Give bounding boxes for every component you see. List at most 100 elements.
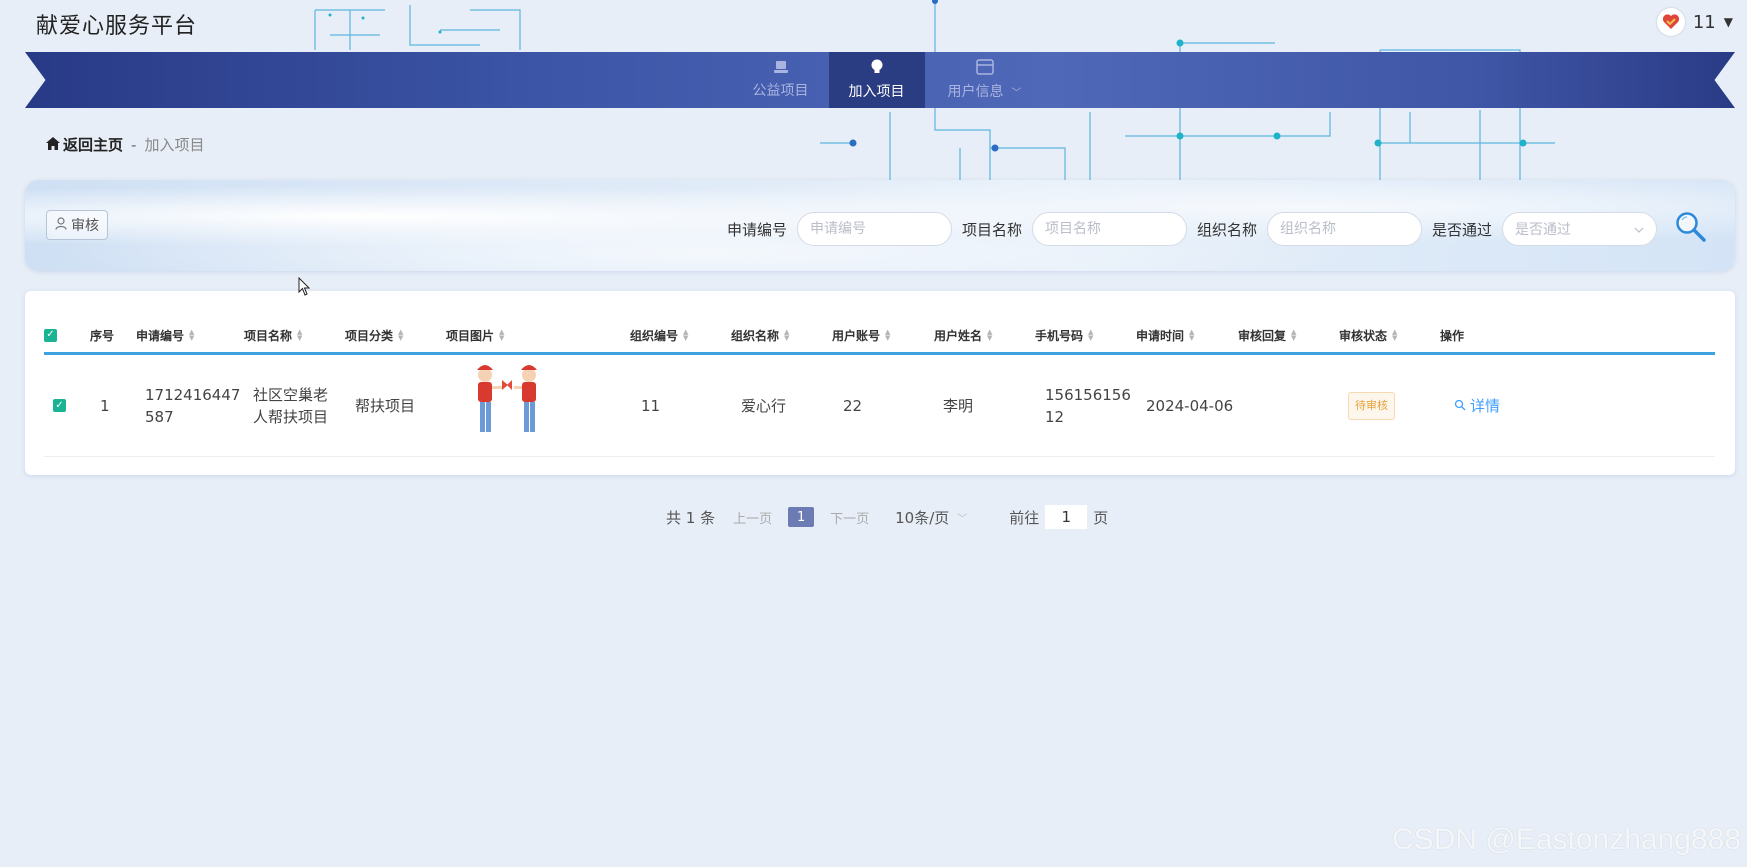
next-page-button[interactable]: 下一页 [830,508,869,527]
breadcrumb-separator: - [131,135,137,154]
sort-icon: ▲ ▼ [987,328,993,342]
col-label: 组织名称 [731,328,780,343]
col-status[interactable]: 审核状态 ▲ ▼ [1339,318,1397,352]
cell-line: 社区空巢老 [253,385,329,404]
detail-button[interactable]: 详情 [1454,395,1500,417]
status-badge: 待审核 [1348,391,1395,420]
sort-icon: ▲ ▼ [1189,328,1195,342]
search-button[interactable] [1671,209,1711,249]
sort-icon: ▲ ▼ [683,328,689,342]
sort-icon: ▲ ▼ [398,328,404,342]
nav-item-join-project[interactable]: 加入项目 [828,52,925,108]
table-header: ✓ 序号 申请编号 ▲ ▼ 项目名称 ▲ ▼ 项目分类 ▲ ▼ 项目图片 ▲ ▼ 组织编号 ▲ ▼ … [44,318,1715,355]
username: 11 [1692,11,1716,33]
col-application-no[interactable]: 申请编号 ▲ ▼ [136,318,194,352]
project-name-input[interactable] [1031,212,1187,246]
col-label: 序号 [90,328,115,343]
col-apply-time[interactable]: 申请时间 ▲ ▼ [1136,318,1194,352]
org-name-input[interactable] [1266,212,1422,246]
page-suffix: 页 [1093,508,1109,527]
chevron-down-icon [1634,221,1644,237]
nav-item-user-info[interactable]: 用户信息 ﹀ [925,52,1045,108]
cell-line: 1712416447 [145,385,241,404]
col-label: 组织编号 [630,328,679,343]
cell-phone: 156156156 12 [1045,355,1131,456]
goto-page-input[interactable] [1045,505,1088,529]
row-checkbox[interactable]: ✓ [53,355,66,456]
volunteers-image [477,364,537,432]
cell-line: 12 [1045,407,1065,426]
col-actions: 操作 [1440,318,1464,352]
sort-icon: ▲ ▼ [1392,328,1398,342]
col-label: 用户账号 [832,328,881,343]
col-project-image[interactable]: 项目图片 ▲ ▼ [446,318,504,352]
select-all-checkbox[interactable]: ✓ [44,318,57,352]
sort-icon: ▲ ▼ [784,328,790,342]
col-label: 项目分类 [345,328,394,343]
mouse-cursor-icon [298,277,311,296]
cell-line: 156156156 [1045,385,1131,404]
prev-page-button[interactable]: 上一页 [733,508,772,527]
laptop-icon [773,60,789,77]
cell-project-name: 社区空巢老 人帮扶项目 [253,355,328,456]
col-label: 用户姓名 [934,328,983,343]
audit-button[interactable]: 审核 [46,210,108,240]
col-category[interactable]: 项目分类 ▲ ▼ [345,318,403,352]
col-org-no[interactable]: 组织编号 ▲ ▼ [630,318,688,352]
page-size-select[interactable]: 10条/页 ﹀ [895,507,967,528]
application-no-input[interactable] [796,212,952,246]
col-label: 手机号码 [1035,328,1084,343]
cell-user-account: 22 [843,396,863,415]
pagination: 共 1 条 上一页 1 下一页 10条/页 ﹀ 前往 页 [666,505,1108,529]
checkbox-checked-icon: ✓ [53,399,66,412]
col-user-name[interactable]: 用户姓名 ▲ ▼ [934,318,992,352]
card-icon [975,59,994,78]
sort-icon: ▲ ▼ [499,328,505,342]
col-phone[interactable]: 手机号码 ▲ ▼ [1035,318,1093,352]
lightbulb-icon [870,59,884,78]
page-number-current[interactable]: 1 [788,507,815,527]
sort-icon: ▲ ▼ [1088,328,1094,342]
cell-user-name: 李明 [943,396,974,415]
site-title: 献爱心服务平台 [36,14,198,39]
nav-item-label: 公益项目 [752,83,809,99]
col-label: 项目图片 [446,328,495,343]
home-icon [46,136,60,154]
nav-item-charity-projects[interactable]: 公益项目 [733,52,829,108]
nav-item-label: 加入项目 [848,84,905,100]
table-row: ✓ 1 1712416447 587 社区空巢老 人帮扶项目 帮扶项目 11 爱心行 [44,355,1715,457]
cell-actions: 详情 [1454,355,1500,456]
search-label-org-name: 组织名称 [1196,220,1257,239]
col-user-account[interactable]: 用户账号 ▲ ▼ [832,318,890,352]
search-label-project-name: 项目名称 [961,220,1022,239]
search-detail-icon [1454,395,1466,417]
breadcrumb-home[interactable]: 返回主页 [46,134,123,155]
col-index: 序号 [90,318,114,352]
approved-select[interactable]: 是否通过 [1502,212,1657,246]
caret-down-icon: ▼ [1723,15,1733,29]
breadcrumb-current: 加入项目 [144,136,205,154]
user-icon [55,216,67,234]
cell-project-image[interactable] [462,355,554,456]
search-label-approved: 是否通过 [1431,220,1492,239]
col-org-name[interactable]: 组织名称 ▲ ▼ [731,318,789,352]
col-reply[interactable]: 审核回复 ▲ ▼ [1238,318,1296,352]
cell-category: 帮扶项目 [355,396,416,415]
pagination-total: 共 1 条 [666,508,716,527]
chevron-down-icon: ﹀ [957,513,968,525]
detail-label: 详情 [1470,396,1501,415]
user-menu[interactable]: 11 ▼ [1656,8,1733,36]
col-project-name[interactable]: 项目名称 ▲ ▼ [244,318,302,352]
breadcrumb: 返回主页 - 加入项目 [46,134,204,155]
col-label: 申请编号 [136,328,185,343]
col-label: 操作 [1440,328,1465,343]
col-label: 审核状态 [1339,328,1388,343]
col-label: 审核回复 [1238,328,1287,343]
goto-label: 前往 [1009,508,1040,527]
nav-item-label: 用户信息 [947,84,1004,100]
cell-apply-time: 2024-04-06 [1146,396,1234,415]
col-label: 项目名称 [244,328,293,343]
breadcrumb-home-label: 返回主页 [63,136,124,154]
sort-icon: ▲ ▼ [885,328,891,342]
audit-button-label: 审核 [71,218,99,234]
